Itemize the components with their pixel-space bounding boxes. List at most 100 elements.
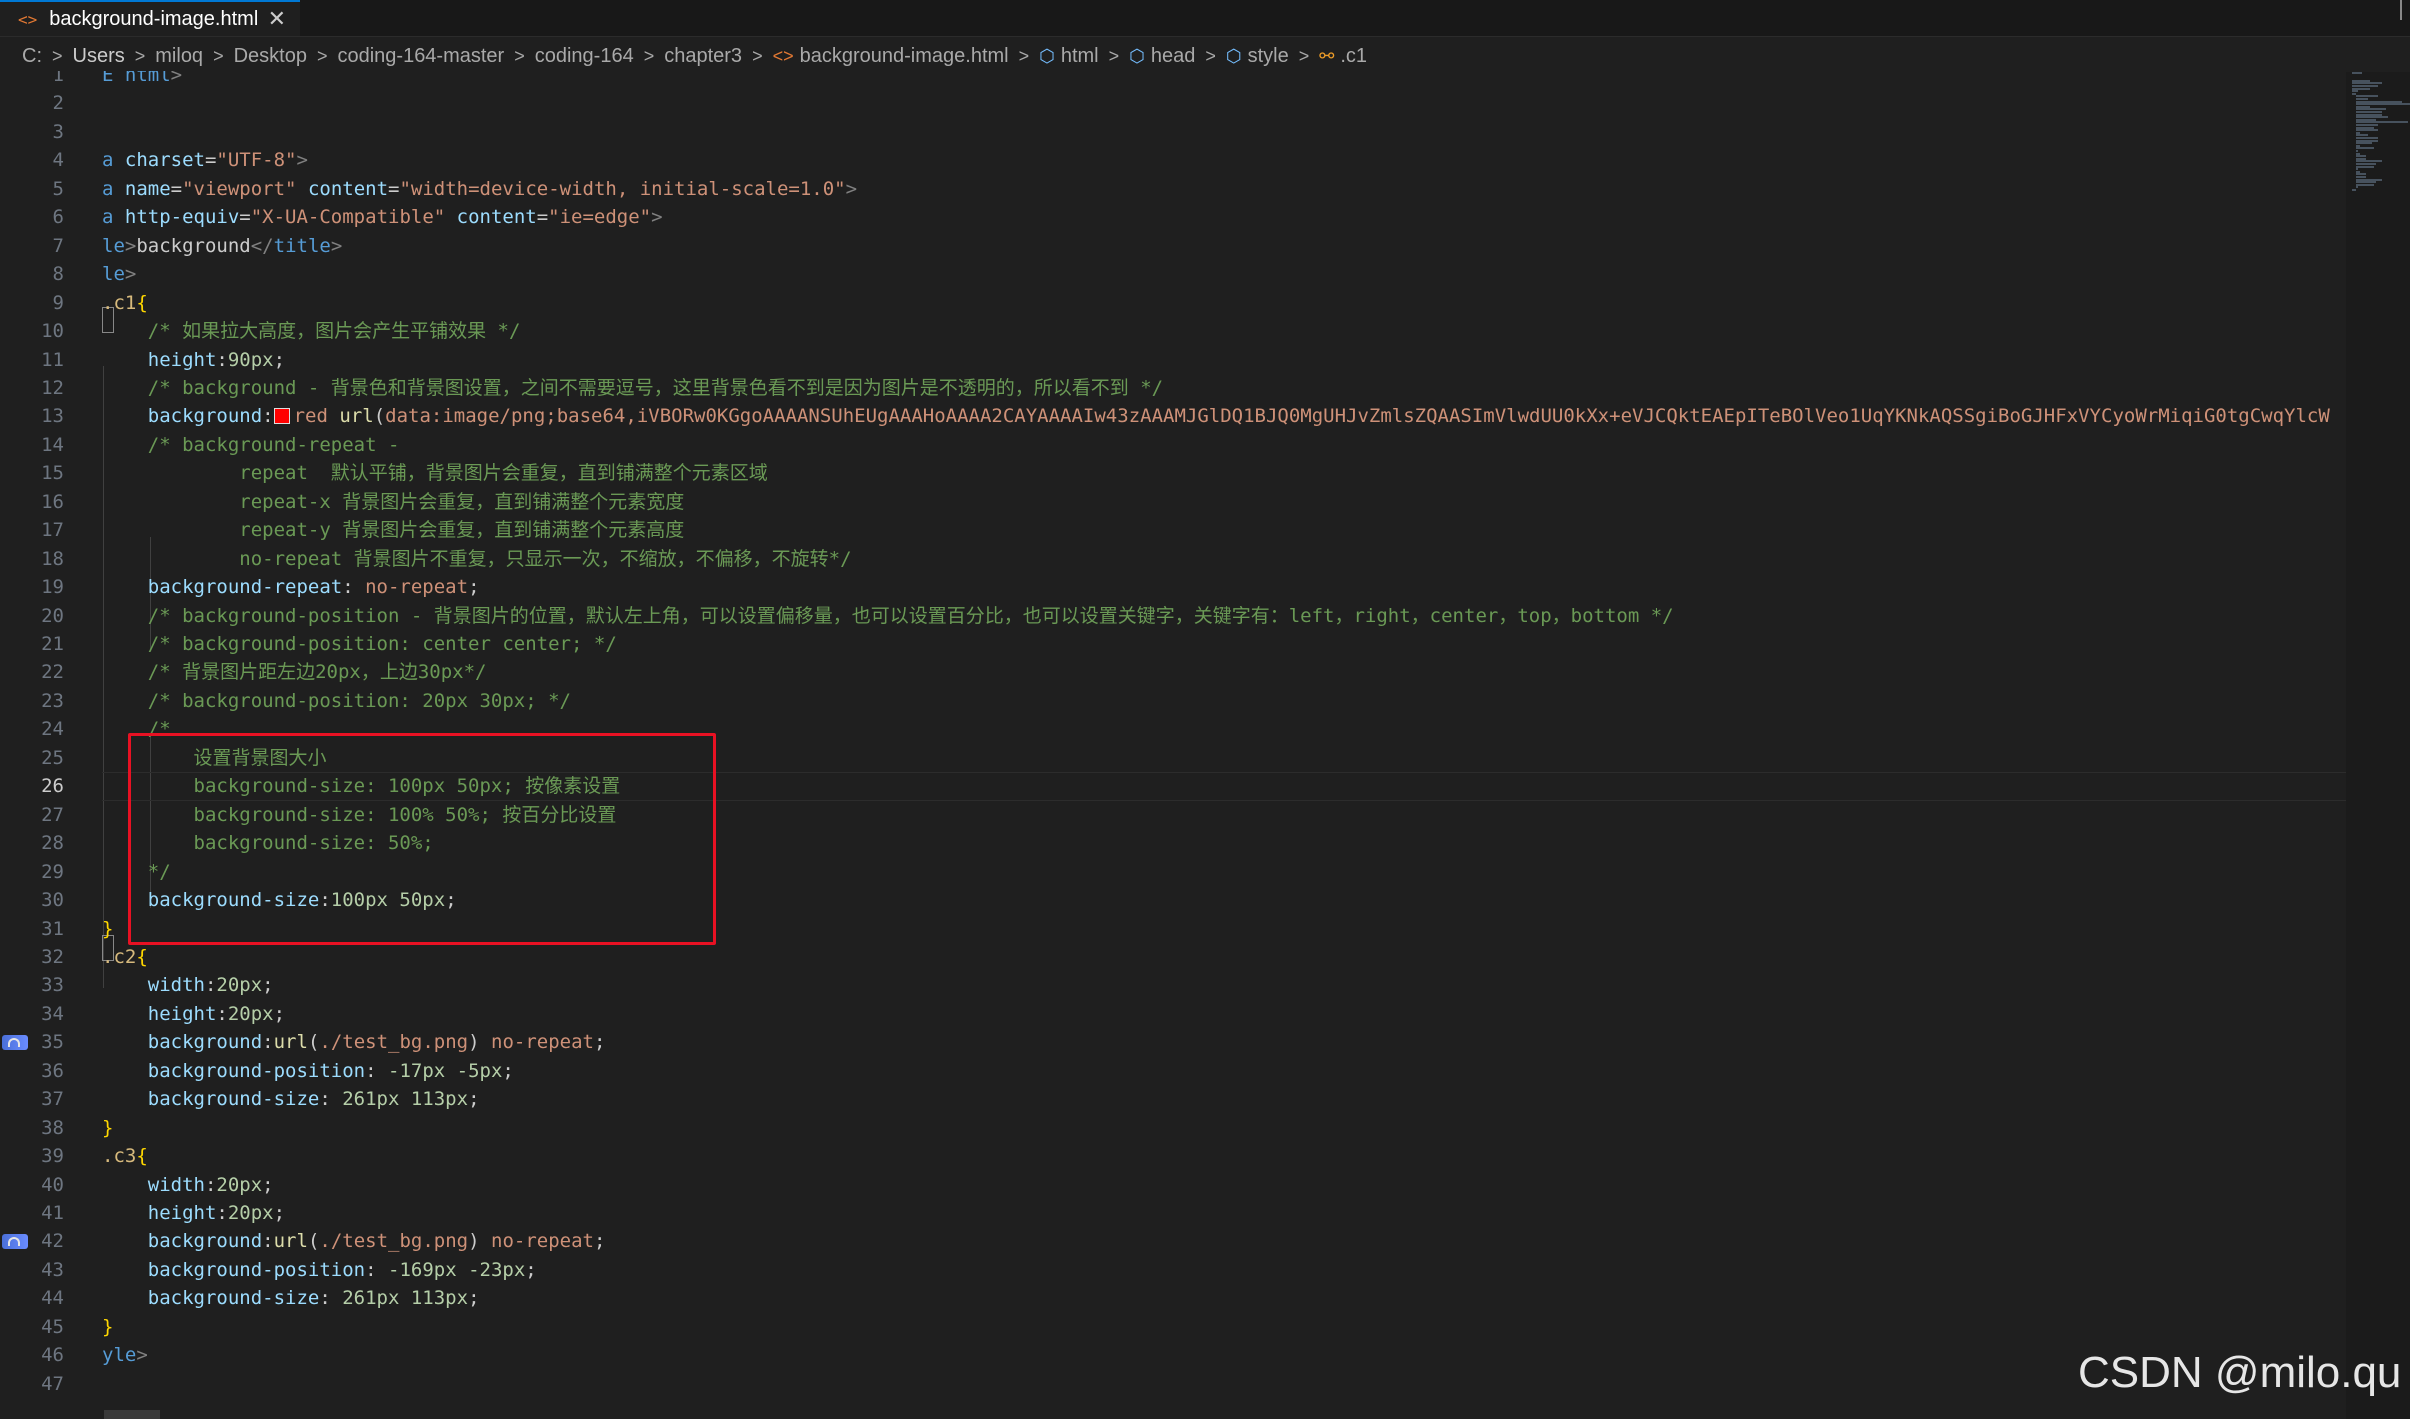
line-number: 37 [41, 1088, 64, 1111]
code-line[interactable]: 8 le> [0, 260, 2346, 289]
code-token: a [102, 177, 125, 200]
code-token: red [293, 405, 340, 428]
code-line[interactable]: 42 background:url(./test_bg.png) no-repe… [0, 1227, 2346, 1256]
code-line[interactable]: 32 .c2{ [0, 943, 2346, 972]
tab-title: background-image.html [49, 7, 259, 30]
code-token: ; [593, 1230, 606, 1253]
code-token: > [845, 177, 858, 200]
code-line[interactable]: 46 yle> [0, 1341, 2346, 1370]
code-line[interactable]: 47 [0, 1370, 2346, 1399]
code-line[interactable]: 4 a charset="UTF-8"> [0, 146, 2346, 175]
code-token: = [239, 206, 251, 229]
color-swatch-icon[interactable] [273, 408, 290, 425]
code-token: title [273, 234, 331, 257]
code-line[interactable]: 13 background: red url(data:image/png;bas… [0, 402, 2346, 431]
code-text: E html> [102, 71, 182, 90]
code-line[interactable]: 38} [0, 1114, 2346, 1143]
code-text: /* background-repeat - [102, 431, 400, 460]
breadcrumb-item[interactable]: .c1 [1340, 45, 1367, 68]
code-line[interactable]: 33 width:20px; [0, 971, 2346, 1000]
code-token: .c3 [102, 1145, 137, 1168]
line-number: 44 [41, 1287, 64, 1310]
code-line[interactable]: 23 /* background-position: 20px 30px; */ [0, 687, 2346, 716]
minimap[interactable] [2346, 72, 2410, 1419]
breadcrumb-item[interactable]: miloq [155, 45, 203, 68]
breadcrumb-item[interactable]: background-image.html [800, 45, 1009, 68]
minimap-preview [2352, 72, 2410, 192]
code-text: repeat-y 背景图片会重复，直到铺满整个元素高度 [102, 516, 684, 545]
code-text: /* 如果拉大高度，图片会产生平铺效果 */ [102, 317, 521, 346]
code-token: url [273, 1031, 308, 1054]
code-token: data:image/png;base64,iVBORw0KGgoAAAANSU… [385, 405, 2330, 428]
code-token: /* background-repeat - [102, 433, 400, 456]
code-line[interactable]: 43 background-position: -169px -23px; [0, 1256, 2346, 1285]
line-number: 16 [41, 490, 64, 513]
code-line[interactable]: 19 background-repeat: no-repeat; [0, 573, 2346, 602]
code-line[interactable]: 3 [0, 118, 2346, 147]
breadcrumb-item[interactable]: html [1061, 45, 1099, 68]
code-line[interactable]: 6a http-equiv="X-UA-Compatible" content=… [0, 203, 2346, 232]
breadcrumb-item[interactable]: coding-164 [535, 45, 634, 68]
code-line[interactable]: 12 /* background - 背景色和背景图设置，之间不需要逗号，这里背… [0, 374, 2346, 403]
code-line[interactable]: 40 width:20px; [0, 1171, 2346, 1200]
code-text: } [102, 1313, 113, 1342]
tab-bar: <> background-image.html ✕ [0, 0, 2410, 37]
line-number: 45 [41, 1315, 64, 1338]
code-line[interactable]: 21 /* background-position: center center… [0, 630, 2346, 659]
symbol-icon: ⬡ [1039, 45, 1055, 66]
code-line[interactable]: 39 .c3{ [0, 1142, 2346, 1171]
code-line[interactable]: 20 /* background-position - 背景图片的位置，默认左上… [0, 602, 2346, 631]
code-line[interactable]: 1 E html> [0, 71, 2346, 90]
code-token: -169px -23px [388, 1258, 526, 1281]
code-line[interactable]: 17 repeat-y 背景图片会重复，直到铺满整个元素高度 [0, 516, 2346, 545]
code-line[interactable]: 22 /* 背景图片距左边20px，上边30px*/ [0, 658, 2346, 687]
code-line[interactable]: 34 height:20px; [0, 1000, 2346, 1029]
code-line[interactable]: 41 height:20px; [0, 1199, 2346, 1228]
code-token: ./test_bg.png [319, 1031, 469, 1054]
code-line[interactable]: 10 /* 如果拉大高度，图片会产生平铺效果 */ [0, 317, 2346, 346]
breadcrumb-item[interactable]: chapter3 [664, 45, 742, 68]
line-number: 9 [52, 291, 64, 314]
line-number: 27 [41, 803, 64, 826]
close-icon[interactable]: ✕ [268, 6, 286, 32]
code-line[interactable]: 11 height:90px; [0, 346, 2346, 375]
code-line[interactable]: 2 [0, 89, 2346, 118]
editor-tab[interactable]: <> background-image.html ✕ [0, 0, 300, 36]
breadcrumb-item[interactable]: coding-164-master [337, 45, 504, 68]
code-token: : [365, 1059, 388, 1082]
breadcrumb-item[interactable]: Desktop [234, 45, 307, 68]
code-line[interactable]: 44 background-size: 261px 113px; [0, 1284, 2346, 1313]
code-token: ; [468, 1287, 480, 1310]
code-line[interactable]: 15 repeat 默认平铺，背景图片会重复，直到铺满整个元素区域 [0, 459, 2346, 488]
breadcrumb-separator: > [514, 45, 525, 66]
code-token: 261px 113px [342, 1287, 469, 1310]
breadcrumb-item[interactable]: head [1151, 45, 1196, 68]
code-line[interactable]: 16 repeat-x 背景图片会重复，直到铺满整个元素宽度 [0, 488, 2346, 517]
code-token: background-position [102, 1258, 366, 1281]
breadcrumb-item[interactable]: C: [22, 45, 42, 68]
code-line[interactable]: 14 /* background-repeat - [0, 431, 2346, 460]
code-line[interactable]: 18 no-repeat 背景图片不重复，只显示一次，不缩放，不偏移，不旋转*/ [0, 545, 2346, 574]
layout-icon[interactable] [2400, 0, 2410, 20]
code-token: ./test_bg.png [319, 1230, 469, 1253]
code-token: > [124, 234, 137, 257]
code-text: /* background-position: 20px 30px; */ [102, 687, 571, 716]
breadcrumb-separator: > [134, 45, 146, 66]
code-token: no-repeat [491, 1230, 594, 1253]
line-number: 32 [41, 945, 64, 968]
line-number: 40 [41, 1173, 64, 1196]
code-line[interactable]: 7 le>background</title> [0, 232, 2346, 261]
code-line[interactable]: 37 background-size: 261px 113px; [0, 1085, 2346, 1114]
code-token: ; [273, 1002, 286, 1025]
horizontal-scrollbar[interactable] [104, 1410, 160, 1419]
code-token: yle [102, 1344, 137, 1367]
code-line[interactable]: 45} [0, 1313, 2346, 1342]
code-line[interactable]: 35 background:url(./test_bg.png) no-repe… [0, 1028, 2346, 1057]
breadcrumb-item[interactable]: Users [73, 45, 125, 68]
breadcrumb-item[interactable]: style [1248, 45, 1289, 68]
code-line[interactable]: 9 .c1{ [0, 289, 2346, 318]
code-line[interactable]: 5a name="viewport" content="width=device… [0, 175, 2346, 204]
code-line[interactable]: 36 background-position: -17px -5px; [0, 1057, 2346, 1086]
code-token: } [102, 1315, 114, 1338]
line-number: 34 [41, 1002, 64, 1025]
